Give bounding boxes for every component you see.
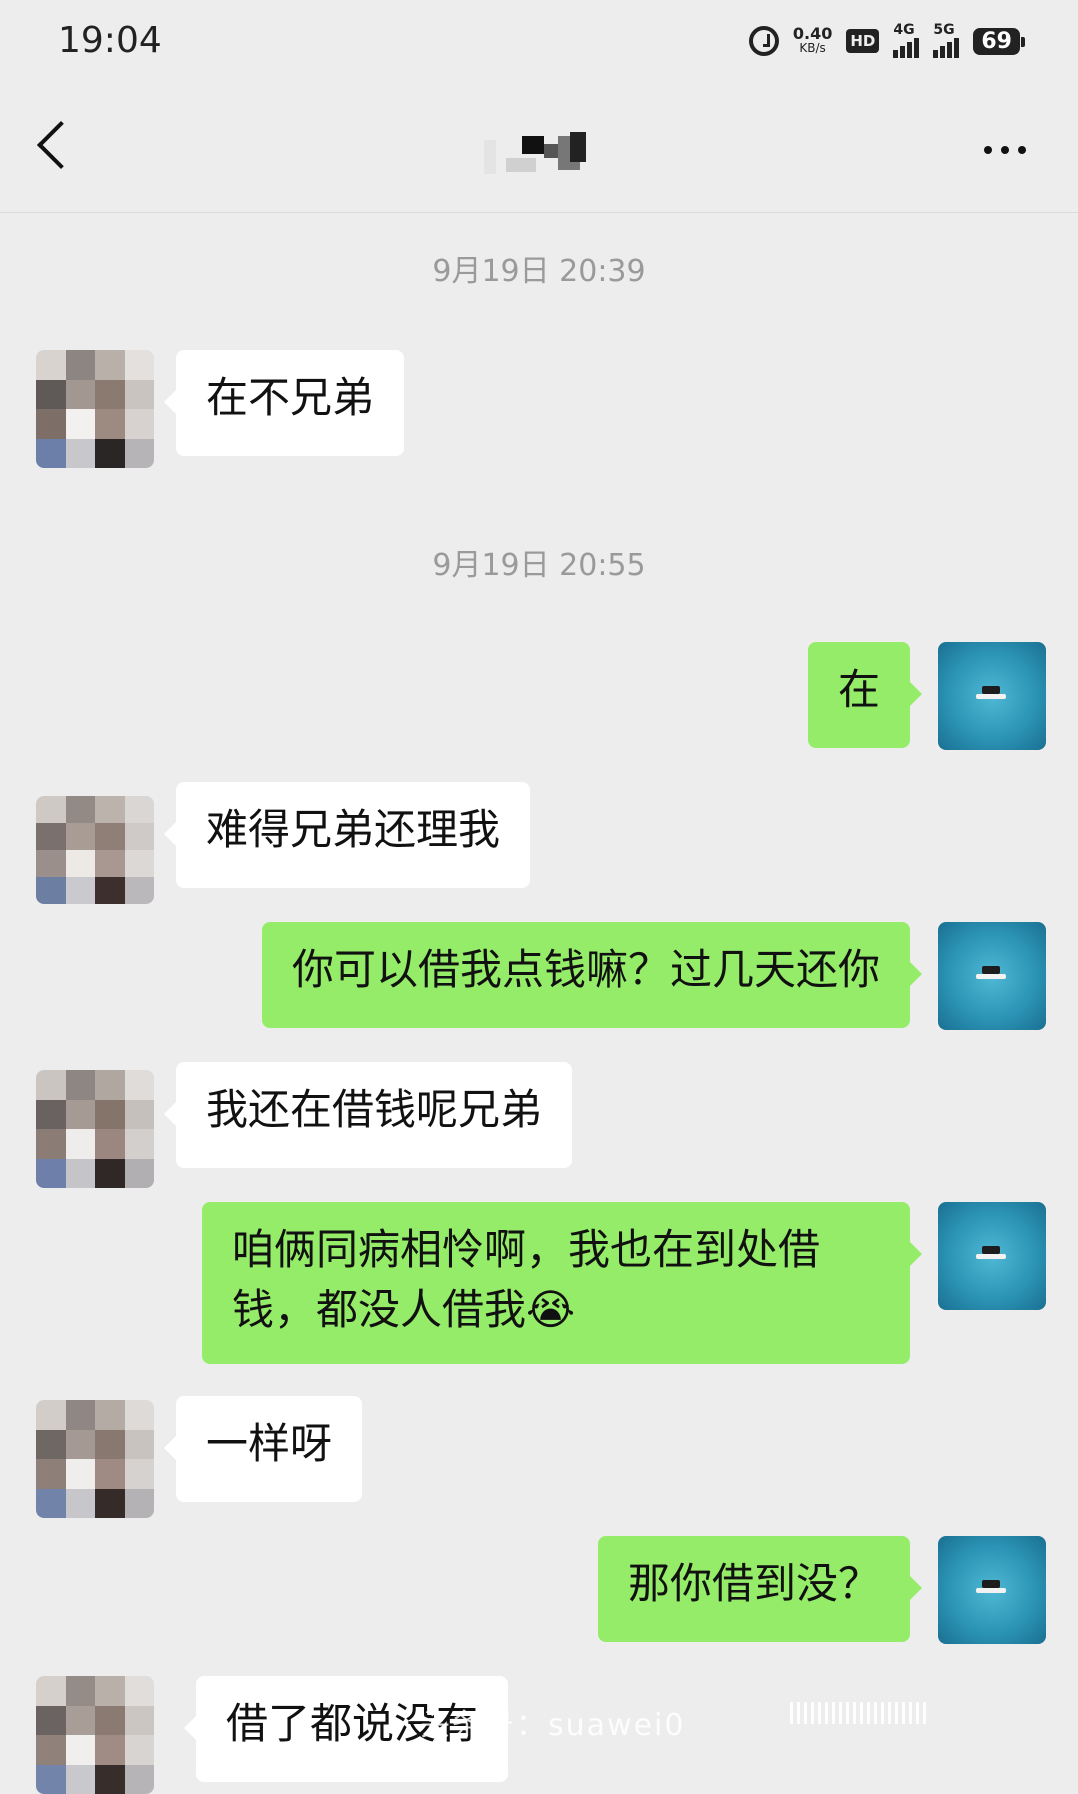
message-bubble-outgoing[interactable]: 你可以借我点钱嘛？过几天还你 [261, 922, 923, 1028]
signal-icon-5g: 5G [933, 22, 960, 58]
hd-icon: HD [846, 29, 880, 53]
more-icon[interactable] [984, 146, 1026, 154]
status-icons: 0.40 KB/s HD 4G 5G 69 [748, 22, 1025, 58]
message-bubble-incoming[interactable]: 在不兄弟 [163, 350, 405, 456]
battery-icon: 69 [973, 27, 1025, 55]
signal-label-5g: 5G [933, 22, 955, 38]
message-bubble-outgoing[interactable]: 那你借到没？ [597, 1536, 923, 1642]
contact-avatar[interactable] [36, 1676, 154, 1794]
message-bubble-incoming[interactable]: 我还在借钱呢兄弟 [163, 1062, 573, 1168]
chevron-left-icon[interactable] [36, 120, 86, 170]
user-avatar[interactable] [938, 1536, 1046, 1644]
message-bubble-outgoing[interactable]: 咱俩同病相怜啊，我也在到处借钱，都没人借我😭 [202, 1202, 922, 1364]
contact-name-redacted [484, 130, 604, 176]
message-bubble-incoming[interactable]: 难得兄弟还理我 [163, 782, 531, 888]
signal-icon: 4G [893, 22, 920, 58]
contact-avatar[interactable] [36, 796, 154, 904]
user-avatar[interactable] [938, 1202, 1046, 1310]
home-indicator [790, 1700, 1060, 1726]
contact-avatar[interactable] [36, 350, 154, 468]
status-time: 19:04 [58, 20, 162, 61]
network-speed-unit: KB/s [799, 41, 826, 55]
chat-header [0, 86, 1078, 213]
contact-avatar[interactable] [36, 1070, 154, 1188]
signal-label-4g: 4G [893, 22, 915, 38]
timestamp: 9月19日 20:55 [432, 548, 646, 583]
timestamp: 9月19日 20:39 [432, 254, 646, 289]
contact-avatar[interactable] [36, 1400, 154, 1518]
status-bar: 19:04 0.40 KB/s HD 4G 5G 69 [0, 0, 1078, 86]
message-bubble-incoming[interactable]: 一样呀 [163, 1396, 363, 1502]
network-speed-value: 0.40 [792, 24, 833, 43]
alarm-icon [748, 26, 779, 56]
message-bubble-outgoing[interactable]: 在 [807, 642, 923, 748]
user-avatar[interactable] [938, 642, 1046, 750]
user-avatar[interactable] [938, 922, 1046, 1030]
watermark: 头条号：suawei0 [420, 1708, 686, 1743]
network-speed: 0.40 KB/s [792, 24, 833, 56]
